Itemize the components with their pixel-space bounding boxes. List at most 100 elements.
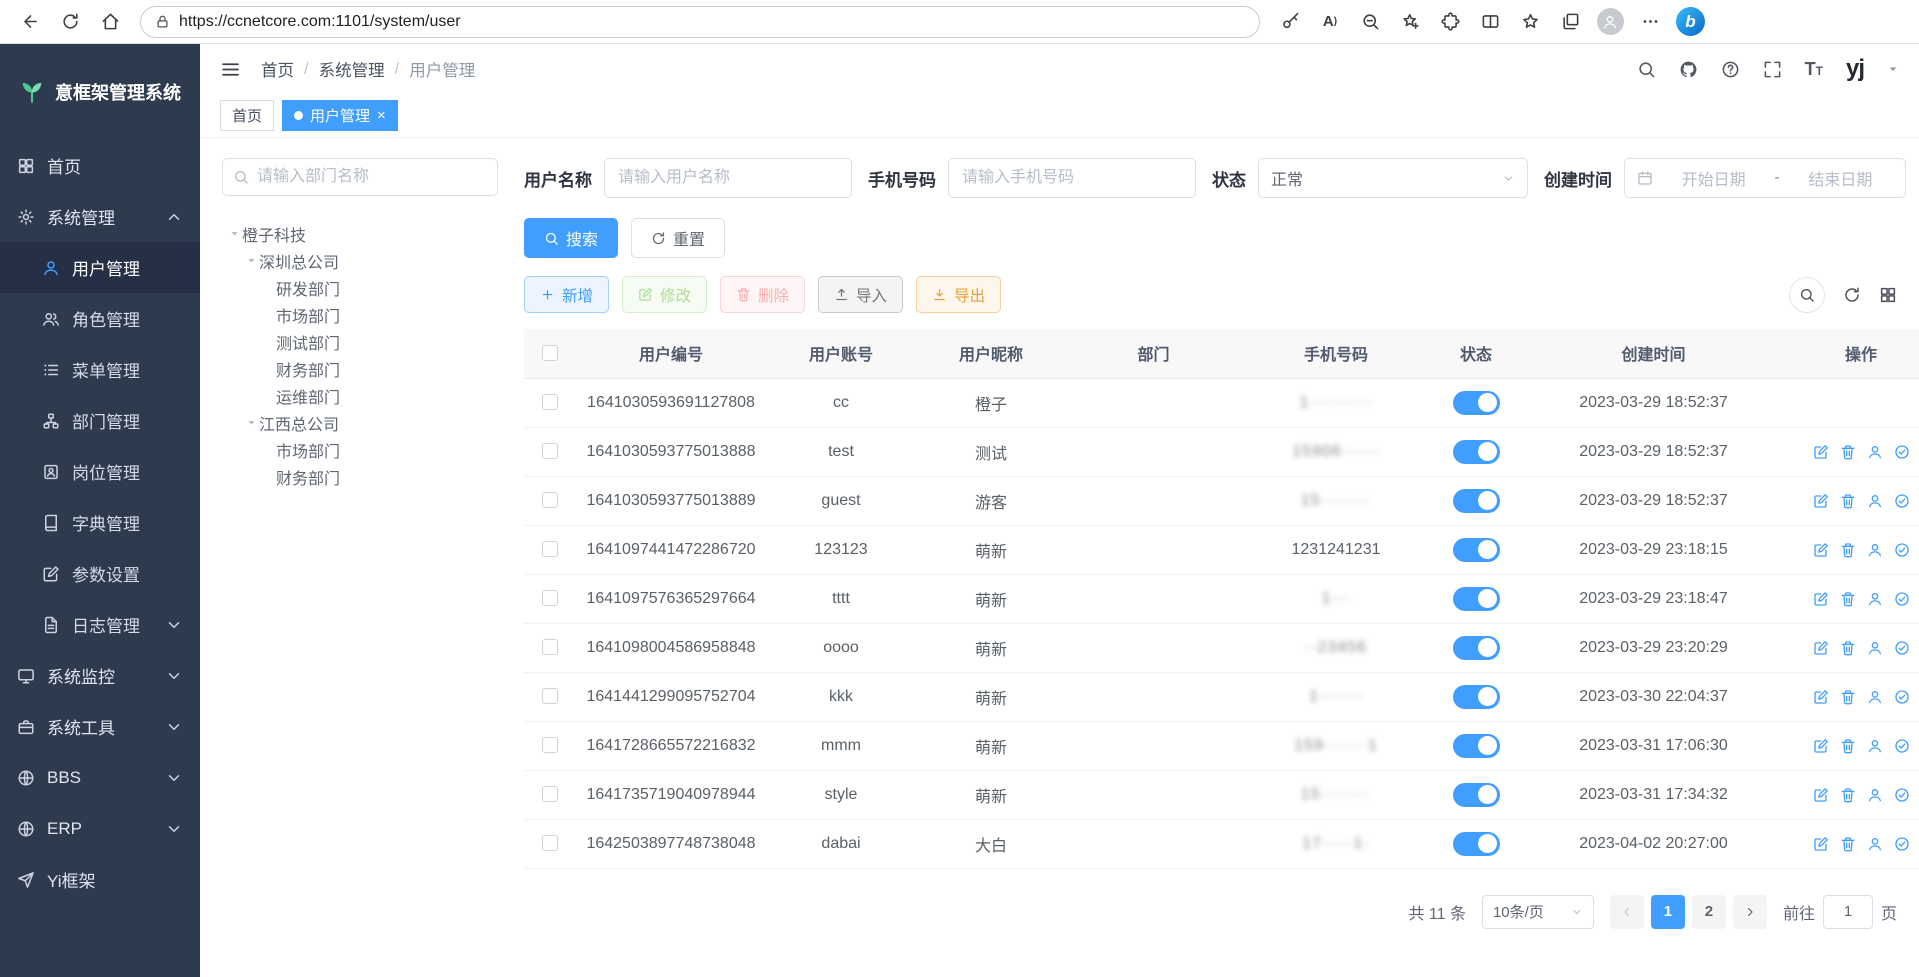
github-icon[interactable] (1679, 60, 1698, 79)
delete-icon[interactable] (1840, 542, 1856, 558)
page-size-select[interactable]: 10条/页 (1482, 895, 1594, 929)
assign-role-icon[interactable] (1894, 493, 1910, 509)
help-icon[interactable] (1721, 60, 1740, 79)
tab-home[interactable]: 首页 (220, 100, 274, 131)
status-toggle[interactable] (1453, 636, 1500, 660)
tree-node[interactable]: 市场部门 (222, 301, 498, 328)
row-checkbox[interactable] (542, 394, 558, 410)
delete-icon[interactable] (1840, 640, 1856, 656)
tree-node[interactable]: 深圳总公司 (222, 247, 498, 274)
row-checkbox[interactable] (542, 590, 558, 606)
sidebar-item-log-management[interactable]: 日志管理 (0, 599, 200, 650)
caret-down-icon[interactable] (243, 417, 259, 428)
assign-role-icon[interactable] (1894, 689, 1910, 705)
browser-back-icon[interactable] (12, 4, 48, 40)
password-manager-icon[interactable] (1272, 4, 1308, 40)
favorites-bar-icon[interactable] (1512, 4, 1548, 40)
caret-down-icon[interactable] (226, 228, 242, 239)
edit-icon[interactable] (1813, 640, 1829, 656)
reset-password-icon[interactable] (1867, 738, 1883, 754)
delete-icon[interactable] (1840, 738, 1856, 754)
edit-icon[interactable] (1813, 444, 1829, 460)
search-button[interactable]: 搜索 (524, 218, 618, 258)
sidebar-item-department-management[interactable]: 部门管理 (0, 395, 200, 446)
prev-page-button[interactable] (1610, 895, 1644, 929)
caret-down-icon[interactable] (243, 255, 259, 266)
split-screen-icon[interactable] (1472, 4, 1508, 40)
tree-node[interactable]: 运维部门 (222, 382, 498, 409)
browser-profile-avatar[interactable] (1592, 4, 1628, 40)
add-button[interactable]: 新增 (524, 276, 609, 313)
sidebar-item-menu-management[interactable]: 菜单管理 (0, 344, 200, 395)
browser-refresh-icon[interactable] (52, 4, 88, 40)
reset-password-icon[interactable] (1867, 444, 1883, 460)
user-avatar[interactable]: yj (1846, 55, 1864, 83)
reset-password-icon[interactable] (1867, 493, 1883, 509)
tree-node[interactable]: 研发部门 (222, 274, 498, 301)
tab-close-icon[interactable]: × (377, 107, 386, 124)
sidebar-item-system-monitoring[interactable]: 系统监控 (0, 650, 200, 701)
row-checkbox[interactable] (542, 639, 558, 655)
edit-icon[interactable] (1813, 493, 1829, 509)
next-page-button[interactable] (1733, 895, 1767, 929)
edit-button[interactable]: 修改 (622, 276, 707, 313)
read-aloud-icon[interactable]: A) (1312, 4, 1348, 40)
dept-search-input[interactable] (222, 158, 498, 196)
row-checkbox[interactable] (542, 737, 558, 753)
delete-icon[interactable] (1840, 591, 1856, 607)
reset-password-icon[interactable] (1867, 640, 1883, 656)
sidebar-item-bbs[interactable]: BBS (0, 752, 200, 803)
extensions-icon[interactable] (1432, 4, 1468, 40)
delete-icon[interactable] (1840, 493, 1856, 509)
status-select[interactable]: 正常 (1258, 158, 1528, 198)
status-toggle[interactable] (1453, 391, 1500, 415)
status-toggle[interactable] (1453, 685, 1500, 709)
delete-icon[interactable] (1840, 444, 1856, 460)
reset-password-icon[interactable] (1867, 591, 1883, 607)
sidebar-item-system-management[interactable]: 系统管理 (0, 191, 200, 242)
table-search-icon[interactable] (1789, 277, 1825, 313)
user-menu-caret-icon[interactable] (1887, 63, 1899, 75)
sidebar-item-role-management[interactable]: 角色管理 (0, 293, 200, 344)
assign-role-icon[interactable] (1894, 444, 1910, 460)
assign-role-icon[interactable] (1894, 542, 1910, 558)
zoom-icon[interactable] (1352, 4, 1388, 40)
edit-icon[interactable] (1813, 738, 1829, 754)
edit-icon[interactable] (1813, 689, 1829, 705)
breadcrumb-item[interactable]: 系统管理 (319, 57, 385, 81)
delete-icon[interactable] (1840, 787, 1856, 803)
assign-role-icon[interactable] (1894, 640, 1910, 656)
delete-button[interactable]: 删除 (720, 276, 805, 313)
status-toggle[interactable] (1453, 734, 1500, 758)
sidebar-toggle-icon[interactable] (220, 59, 241, 80)
browser-menu-icon[interactable] (1632, 4, 1668, 40)
date-range-picker[interactable]: 开始日期 - 结束日期 (1624, 158, 1906, 198)
add-favorite-icon[interactable] (1392, 4, 1428, 40)
tree-node[interactable]: 测试部门 (222, 328, 498, 355)
sidebar-item-user-management[interactable]: 用户管理 (0, 242, 200, 293)
collections-icon[interactable] (1552, 4, 1588, 40)
reset-password-icon[interactable] (1867, 787, 1883, 803)
username-input[interactable] (604, 158, 852, 198)
edit-icon[interactable] (1813, 787, 1829, 803)
edit-icon[interactable] (1813, 542, 1829, 558)
tree-node[interactable]: 橙子科技 (222, 220, 498, 247)
tab-user-management[interactable]: 用户管理× (282, 100, 398, 131)
column-settings-icon[interactable] (1879, 286, 1897, 304)
assign-role-icon[interactable] (1894, 738, 1910, 754)
import-button[interactable]: 导入 (818, 276, 903, 313)
export-button[interactable]: 导出 (916, 276, 1001, 313)
row-checkbox[interactable] (542, 541, 558, 557)
header-search-icon[interactable] (1637, 60, 1656, 79)
reset-password-icon[interactable] (1867, 689, 1883, 705)
breadcrumb-item[interactable]: 首页 (261, 57, 294, 81)
row-checkbox[interactable] (542, 492, 558, 508)
goto-page-input[interactable] (1823, 895, 1873, 929)
bing-icon[interactable]: b (1676, 7, 1705, 36)
page-number-button[interactable]: 2 (1692, 895, 1726, 929)
tree-node[interactable]: 市场部门 (222, 436, 498, 463)
phone-input[interactable] (948, 158, 1196, 198)
sidebar-item-parameter-settings[interactable]: 参数设置 (0, 548, 200, 599)
tree-node[interactable]: 财务部门 (222, 355, 498, 382)
page-number-button[interactable]: 1 (1651, 895, 1685, 929)
